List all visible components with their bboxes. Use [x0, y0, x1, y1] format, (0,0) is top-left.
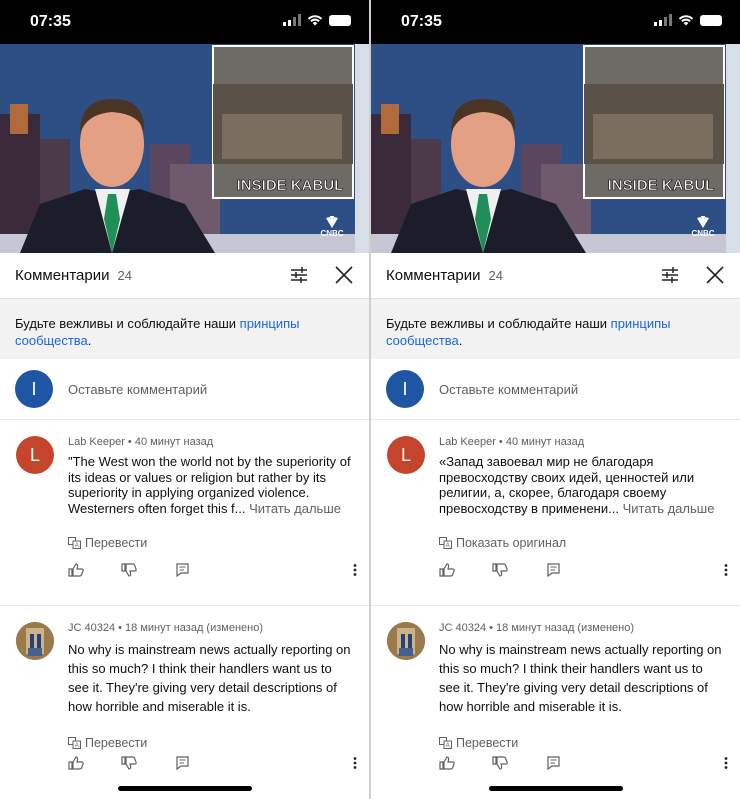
status-bar: 07:35 — [0, 0, 369, 44]
comment-composer[interactable]: I Оставьте комментарий — [371, 359, 740, 420]
comment-text: «Запад завоевал мир не благодаря превосх… — [439, 454, 715, 516]
user-avatar: I — [15, 370, 53, 408]
comments-count: 24 — [488, 268, 503, 283]
video-player[interactable]: INSIDE KABUL CNBC — [0, 44, 369, 253]
reply-icon[interactable] — [545, 563, 563, 577]
translate-icon: A — [68, 537, 81, 549]
comment-actions — [68, 756, 357, 770]
dislike-icon[interactable] — [492, 756, 510, 770]
comment-text: No why is mainstream news actually repor… — [439, 642, 722, 714]
read-more-link[interactable]: Читать дальше — [246, 501, 341, 516]
comment-item: JC 40324 • 18 минут назад (изменено) No … — [0, 606, 369, 799]
dislike-icon[interactable] — [121, 756, 139, 770]
like-icon[interactable] — [68, 563, 86, 577]
more-options-icon[interactable] — [353, 756, 357, 770]
more-options-icon[interactable] — [353, 563, 357, 577]
comment-item: L Lab Keeper • 40 минут назад "The West … — [0, 420, 369, 606]
battery-icon — [329, 14, 351, 26]
comment-meta: JC 40324 • 18 минут назад (изменено) — [68, 622, 264, 634]
comment-composer[interactable]: I Оставьте комментарий — [0, 359, 369, 420]
battery-icon — [700, 14, 722, 26]
svg-text:A: A — [446, 543, 450, 549]
like-icon[interactable] — [439, 563, 457, 577]
status-icons — [654, 14, 722, 26]
comment-input-placeholder[interactable]: Оставьте комментарий — [68, 382, 207, 397]
dislike-icon[interactable] — [492, 563, 510, 577]
notice-text: Будьте вежливы и соблюдайте наши — [15, 316, 240, 331]
home-indicator — [117, 786, 252, 791]
comment-text: No why is mainstream news actually repor… — [68, 642, 351, 714]
reply-icon[interactable] — [545, 756, 563, 770]
community-notice: Будьте вежливы и соблюдайте наши принцип… — [371, 299, 740, 359]
notice-end: . — [458, 333, 463, 348]
filter-icon[interactable] — [660, 266, 680, 284]
status-time: 07:35 — [30, 13, 71, 30]
filter-icon[interactable] — [289, 266, 309, 284]
comments-header: Комментарии 24 — [371, 253, 740, 299]
reply-icon[interactable] — [174, 756, 192, 770]
like-icon[interactable] — [68, 756, 86, 770]
dislike-icon[interactable] — [121, 563, 139, 577]
comments-header: Комментарии 24 — [0, 253, 369, 299]
phone-left: 07:35 INSIDE KABUL CNBC Комментарии 24 Б… — [0, 0, 369, 799]
comments-title: Комментарии — [386, 267, 481, 284]
signal-icon — [283, 14, 301, 26]
overlay-text: INSIDE KABUL — [608, 177, 715, 194]
commenter-avatar-image[interactable] — [16, 622, 54, 660]
close-icon[interactable] — [706, 266, 724, 284]
translate-icon: A — [439, 737, 452, 749]
translate-button[interactable]: A Перевести — [68, 536, 355, 550]
comments-title: Комментарии — [15, 267, 110, 284]
status-bar: 07:35 — [371, 0, 740, 44]
more-options-icon[interactable] — [724, 563, 728, 577]
comment-meta: Lab Keeper • 40 минут назад — [439, 436, 585, 448]
wifi-icon — [307, 15, 323, 26]
network-logo: CNBC — [320, 229, 343, 238]
like-icon[interactable] — [439, 756, 457, 770]
translate-button[interactable]: A Перевести — [439, 736, 726, 750]
reply-icon[interactable] — [174, 563, 192, 577]
signal-icon — [654, 14, 672, 26]
read-more-link[interactable]: Читать дальше — [619, 501, 715, 516]
network-logo: CNBC — [691, 229, 714, 238]
show-original-button[interactable]: A Показать оригинал — [439, 536, 726, 550]
user-avatar: I — [386, 370, 424, 408]
svg-text:A: A — [75, 543, 79, 549]
comment-meta: JC 40324 • 18 минут назад (изменено) — [439, 622, 635, 634]
comment-actions — [439, 756, 728, 770]
comment-meta: Lab Keeper • 40 минут назад — [68, 436, 214, 448]
translate-icon: A — [439, 537, 452, 549]
comment-actions — [439, 563, 728, 577]
commenter-avatar[interactable]: L — [387, 436, 425, 474]
comment-input-placeholder[interactable]: Оставьте комментарий — [439, 382, 578, 397]
video-player[interactable]: INSIDE KABUL CNBC — [371, 44, 740, 253]
translate-icon: A — [68, 737, 81, 749]
wifi-icon — [678, 15, 694, 26]
screenshot-pair: 07:35 INSIDE KABUL CNBC Комментарии 24 Б… — [0, 0, 740, 799]
comments-count: 24 — [117, 268, 132, 283]
home-indicator — [488, 786, 623, 791]
commenter-avatar[interactable]: L — [16, 436, 54, 474]
svg-text:A: A — [75, 743, 79, 749]
community-notice: Будьте вежливы и соблюдайте наши принцип… — [0, 299, 369, 359]
phone-right: 07:35 INSIDE KABUL CNBC Комментарии 24 Б… — [371, 0, 740, 799]
comment-item: JC 40324 • 18 минут назад (изменено) No … — [371, 606, 740, 799]
commenter-avatar-image[interactable] — [387, 622, 425, 660]
status-time: 07:35 — [401, 13, 442, 30]
more-options-icon[interactable] — [724, 756, 728, 770]
comment-text: "The West won the world not by the super… — [68, 454, 351, 516]
translate-button[interactable]: A Перевести — [68, 736, 355, 750]
comment-actions — [68, 563, 357, 577]
overlay-text: INSIDE KABUL — [237, 177, 344, 194]
svg-text:A: A — [446, 743, 450, 749]
notice-end: . — [87, 333, 92, 348]
status-icons — [283, 14, 351, 26]
close-icon[interactable] — [335, 266, 353, 284]
comment-item: L Lab Keeper • 40 минут назад «Запад зав… — [371, 420, 740, 606]
notice-text: Будьте вежливы и соблюдайте наши — [386, 316, 611, 331]
